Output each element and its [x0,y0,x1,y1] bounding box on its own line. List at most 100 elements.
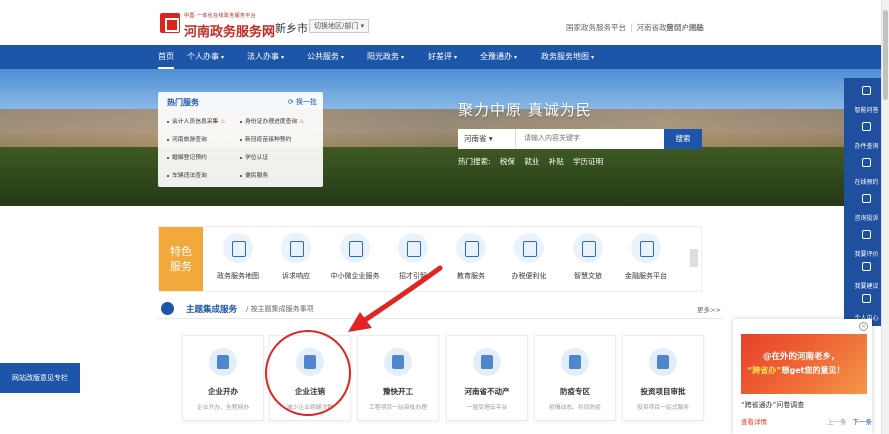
card-desc: 一窗受理云平台 [466,405,508,411]
bullet-icon [167,120,169,123]
login-link[interactable]: 登录 [666,23,681,32]
sidebar-label: 我要建议 [854,283,879,290]
hot-search-link[interactable]: 学历证明 [573,157,603,166]
shield-icon [561,348,589,376]
nav-home[interactable]: 首页 [158,45,174,69]
sidebar-label: 办件查询 [854,143,879,150]
register-link[interactable]: 注册 [688,23,703,32]
switch-region-dropdown[interactable]: 切换地区/部门 ▾ [309,19,370,33]
search-input[interactable] [516,129,664,149]
theme-card-business-start[interactable]: 企业开办 企业开办、全程网办 [182,335,264,421]
theme-card-quick-construction[interactable]: 豫快开工 工程项目一站审批办理 [357,335,439,421]
hot-service-item[interactable]: 婚姻登记预约 [167,152,207,161]
theme-card-real-estate[interactable]: 河南省不动产 一窗受理云平台 [446,335,528,421]
hot-search-link[interactable]: 补贴 [549,157,564,166]
nav-label: 首页 [158,52,174,61]
nav-rating[interactable]: 好差评 ▾ [428,45,457,69]
refresh-label: 换一批 [296,98,317,106]
service-label: 政务服务地图 [217,272,259,280]
hot-service-item[interactable]: 便民服务 [240,170,268,179]
service-label: 教育服务 [457,272,485,280]
service-map-button[interactable]: 政务服务地图 [208,233,268,281]
sidebar-label: 在线预约 [854,179,879,186]
hot-service-item[interactable]: 学位认证 [240,152,268,161]
special-services-tag: 特色服务 [159,227,203,291]
promo-line2: “跨省办”想get您的意见！ [747,365,845,376]
education-service-button[interactable]: 教育服务 [441,233,501,281]
nav-label: 好差评 [428,52,452,61]
link-national-platform[interactable]: 国家政务服务平台 [566,23,626,32]
hot-service-label: 便民服务 [245,173,269,179]
hero-banner: 热门服务 ⟳ 换一批 会计人员信息采集 ♨ 身份证办理进度查询 ♨ 河南旅游查询… [0,69,889,206]
scrollbar-thumb[interactable] [883,10,888,100]
talent-icon [398,233,428,263]
banner-forest-image [0,147,889,206]
nav-province-wide[interactable]: 全豫通办 ▾ [480,45,517,69]
hot-service-item[interactable]: 车辆违法查询 [167,170,207,179]
theme-card-epidemic[interactable]: 防疫专区 疫情动态、共同防疫 [534,335,616,421]
nav-label: 法人办事 [247,52,279,61]
finance-platform-button[interactable]: 金融服务平台 [616,233,676,281]
calendar-icon [862,158,871,167]
divider: | [629,23,633,32]
hot-services-title: 热门服务 [167,98,199,107]
nav-label: 全豫通办 [480,52,512,61]
sidebar-label: 智能问答 [854,107,879,114]
hot-service-label: 车辆违法查询 [172,173,207,179]
nav-open-government[interactable]: 阳光政务 ▾ [367,45,404,69]
banner-slogan: 聚力中原 真诚为民 [458,101,592,119]
refresh-icon: ⟳ [287,98,294,106]
card-desc: 工程项目一站审批办理 [369,405,427,411]
hot-service-item[interactable]: 身份证办理进度查询 ♨ [240,116,304,125]
building-icon [340,233,370,263]
logo-subtitle: 中国·一体化在线政务服务平台 [184,13,257,19]
chevron-down-icon: ▾ [514,54,518,61]
nav-label: 政务服务地图 [541,52,589,61]
card-title: 防疫专区 [560,387,590,396]
banner-cliff-image [0,109,889,149]
nav-public-service[interactable]: 公共服务 ▾ [307,45,344,69]
hot-service-item[interactable]: 会计人员信息采集 ♨ [167,116,226,125]
hot-service-item[interactable]: 新冠疫苗接种预约 [240,134,291,143]
search-button[interactable]: 搜索 [664,129,702,149]
hot-search-link[interactable]: 就业 [524,157,539,166]
fire-icon: ♨ [220,118,226,125]
chevron-down-icon: ▾ [454,54,458,61]
close-icon[interactable]: × [859,322,868,331]
logo-title[interactable]: 河南政务服务网 [184,21,275,40]
theme-section-title: 主题集成服务 [186,305,238,315]
feedback-button[interactable]: 网站改版意见专栏 [0,363,80,393]
card-desc: 企业开办、全程网办 [196,405,250,411]
search-region-select[interactable]: 河南省 ▾ [458,129,516,149]
hot-service-item[interactable]: 河南旅游查询 [167,134,207,143]
tax-convenience-button[interactable]: 办税便利化 [499,233,559,281]
promo-detail-link[interactable]: 查看详情 [741,416,767,426]
bullet-icon [240,156,242,159]
next-button[interactable]: 下一条 [853,418,873,426]
refresh-button[interactable]: ⟳ 换一批 [288,97,317,107]
chevron-down-icon: ▾ [401,54,405,61]
promo-banner[interactable]: @在外的河南老乡， “跨省办”想get您的意见！ [741,334,867,394]
fire-icon: ♨ [299,118,305,125]
bullet-icon [240,120,242,123]
scrollbar[interactable] [881,0,889,434]
nav-personal[interactable]: 个人办事 ▾ [187,45,224,69]
nav-corporate[interactable]: 法人办事 ▾ [247,45,284,69]
bullet-icon [167,156,169,159]
promo-caption[interactable]: “跨省通办”问卷调查 [741,400,804,410]
card-desc: 疫情动态、共同防疫 [548,405,602,411]
nav-service-map[interactable]: 政务服务地图 ▾ [541,45,594,69]
chevron-right-icon[interactable]: › [690,249,698,267]
search-box: 河南省 ▾ 搜索 [458,129,702,149]
auth-links: 登录 / 注册 [666,22,703,33]
site-logo-icon[interactable] [160,13,180,33]
prev-button[interactable]: 上一条 [827,418,847,426]
smart-tourism-button[interactable]: 智慧文旅 [558,233,618,281]
service-label: 办税便利化 [511,272,547,280]
landscape-icon [573,233,603,263]
theme-card-investment[interactable]: 投资项目审批 投资项目一站式服务 [622,335,704,421]
more-link[interactable]: 更多>> [697,304,721,314]
sidebar-label: 我要评价 [854,251,879,258]
building-icon [209,348,237,376]
hot-search-link[interactable]: 税保 [500,157,515,166]
